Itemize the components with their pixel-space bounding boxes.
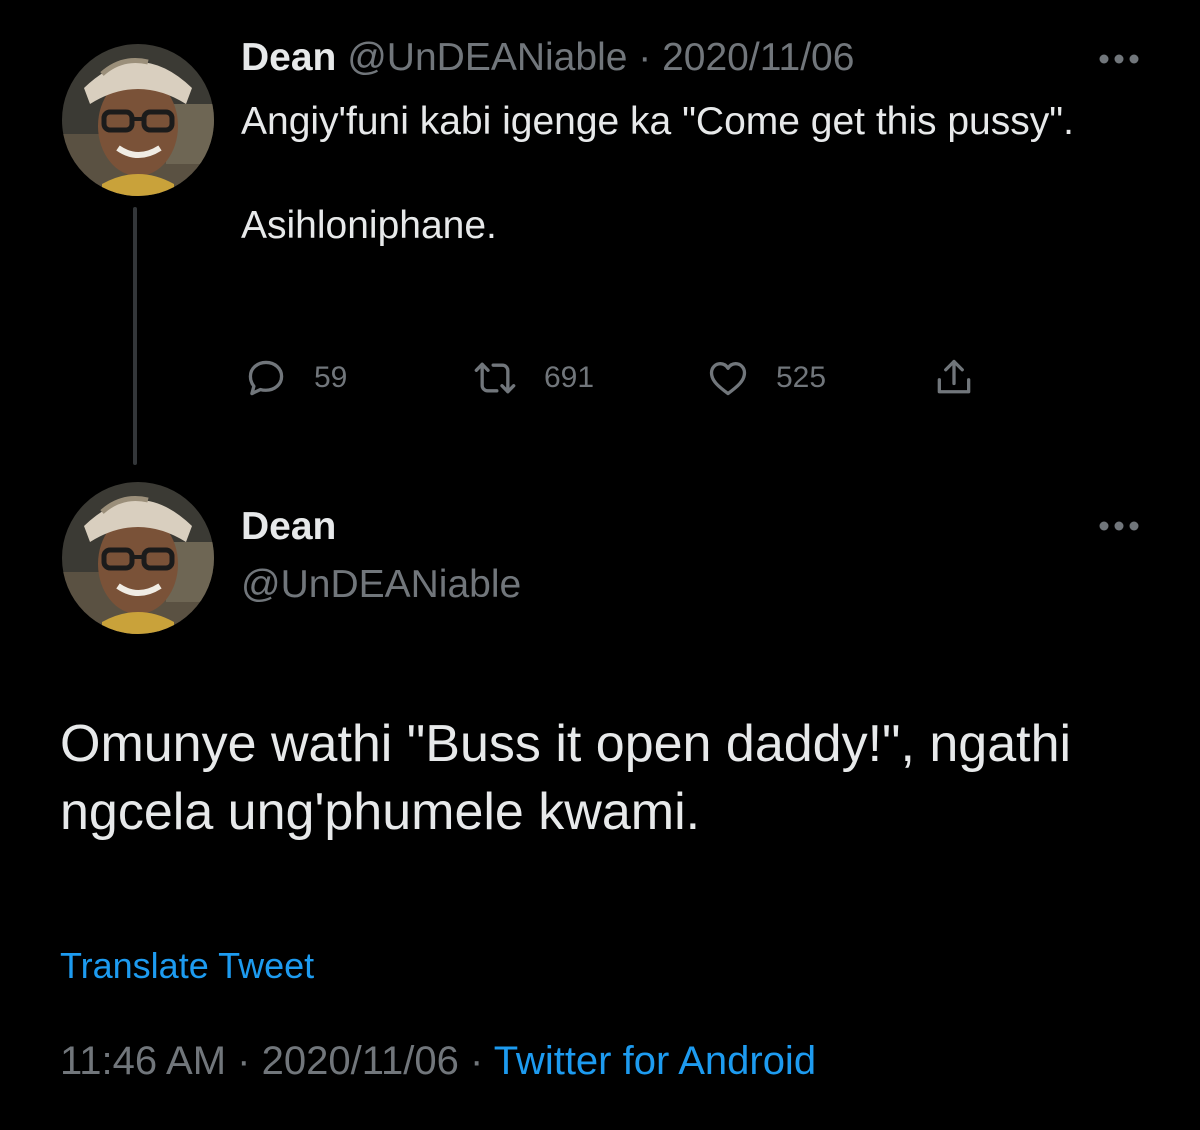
meta-separator: ·: [237, 1039, 251, 1083]
tweet-source-link[interactable]: Twitter for Android: [494, 1039, 816, 1083]
tweet-text-line: Asihloniphane.: [241, 204, 497, 247]
tweet-text: Omunye wathi "Buss it open daddy!", ngat…: [60, 715, 1072, 841]
like-count: 525: [776, 361, 827, 394]
retweet-icon: [472, 356, 518, 400]
tweet-meta: 11:46 AM · 2020/11/06 · Twitter for Andr…: [60, 1036, 816, 1086]
avatar[interactable]: [62, 44, 214, 196]
tweet-date[interactable]: 2020/11/06: [662, 36, 854, 79]
more-horizontal-icon[interactable]: [1097, 52, 1141, 66]
translate-tweet-link[interactable]: Translate Tweet: [60, 944, 314, 988]
author-name[interactable]: Dean: [241, 36, 336, 79]
tweet-header: Dean @UnDEANiable · 2020/11/06: [241, 34, 854, 82]
retweet-button[interactable]: 691: [472, 352, 594, 404]
meta-separator: ·: [469, 1039, 484, 1083]
tweet-text: Angiy'funi kabi igenge ka "Come get this…: [241, 96, 1121, 252]
like-button[interactable]: 525: [706, 352, 826, 404]
author-name[interactable]: Dean: [241, 503, 336, 551]
reply-count: 59: [314, 361, 348, 394]
header-separator: ·: [638, 36, 652, 79]
tweet-date[interactable]: 2020/11/06: [262, 1039, 459, 1083]
reply-button[interactable]: 59: [244, 352, 347, 404]
retweet-count: 691: [544, 361, 595, 394]
author-handle[interactable]: @UnDEANiable: [347, 36, 627, 79]
more-horizontal-icon[interactable]: [1097, 519, 1141, 533]
thread-line: [133, 207, 137, 465]
tweet-time[interactable]: 11:46 AM: [60, 1039, 226, 1083]
author-handle[interactable]: @UnDEANiable: [241, 561, 521, 609]
reply-icon: [244, 356, 288, 400]
avatar[interactable]: [62, 482, 214, 634]
heart-icon: [706, 356, 750, 400]
share-icon: [932, 356, 976, 400]
share-button[interactable]: [932, 352, 976, 404]
tweet-text-line: Angiy'funi kabi igenge ka "Come get this…: [241, 100, 1074, 143]
